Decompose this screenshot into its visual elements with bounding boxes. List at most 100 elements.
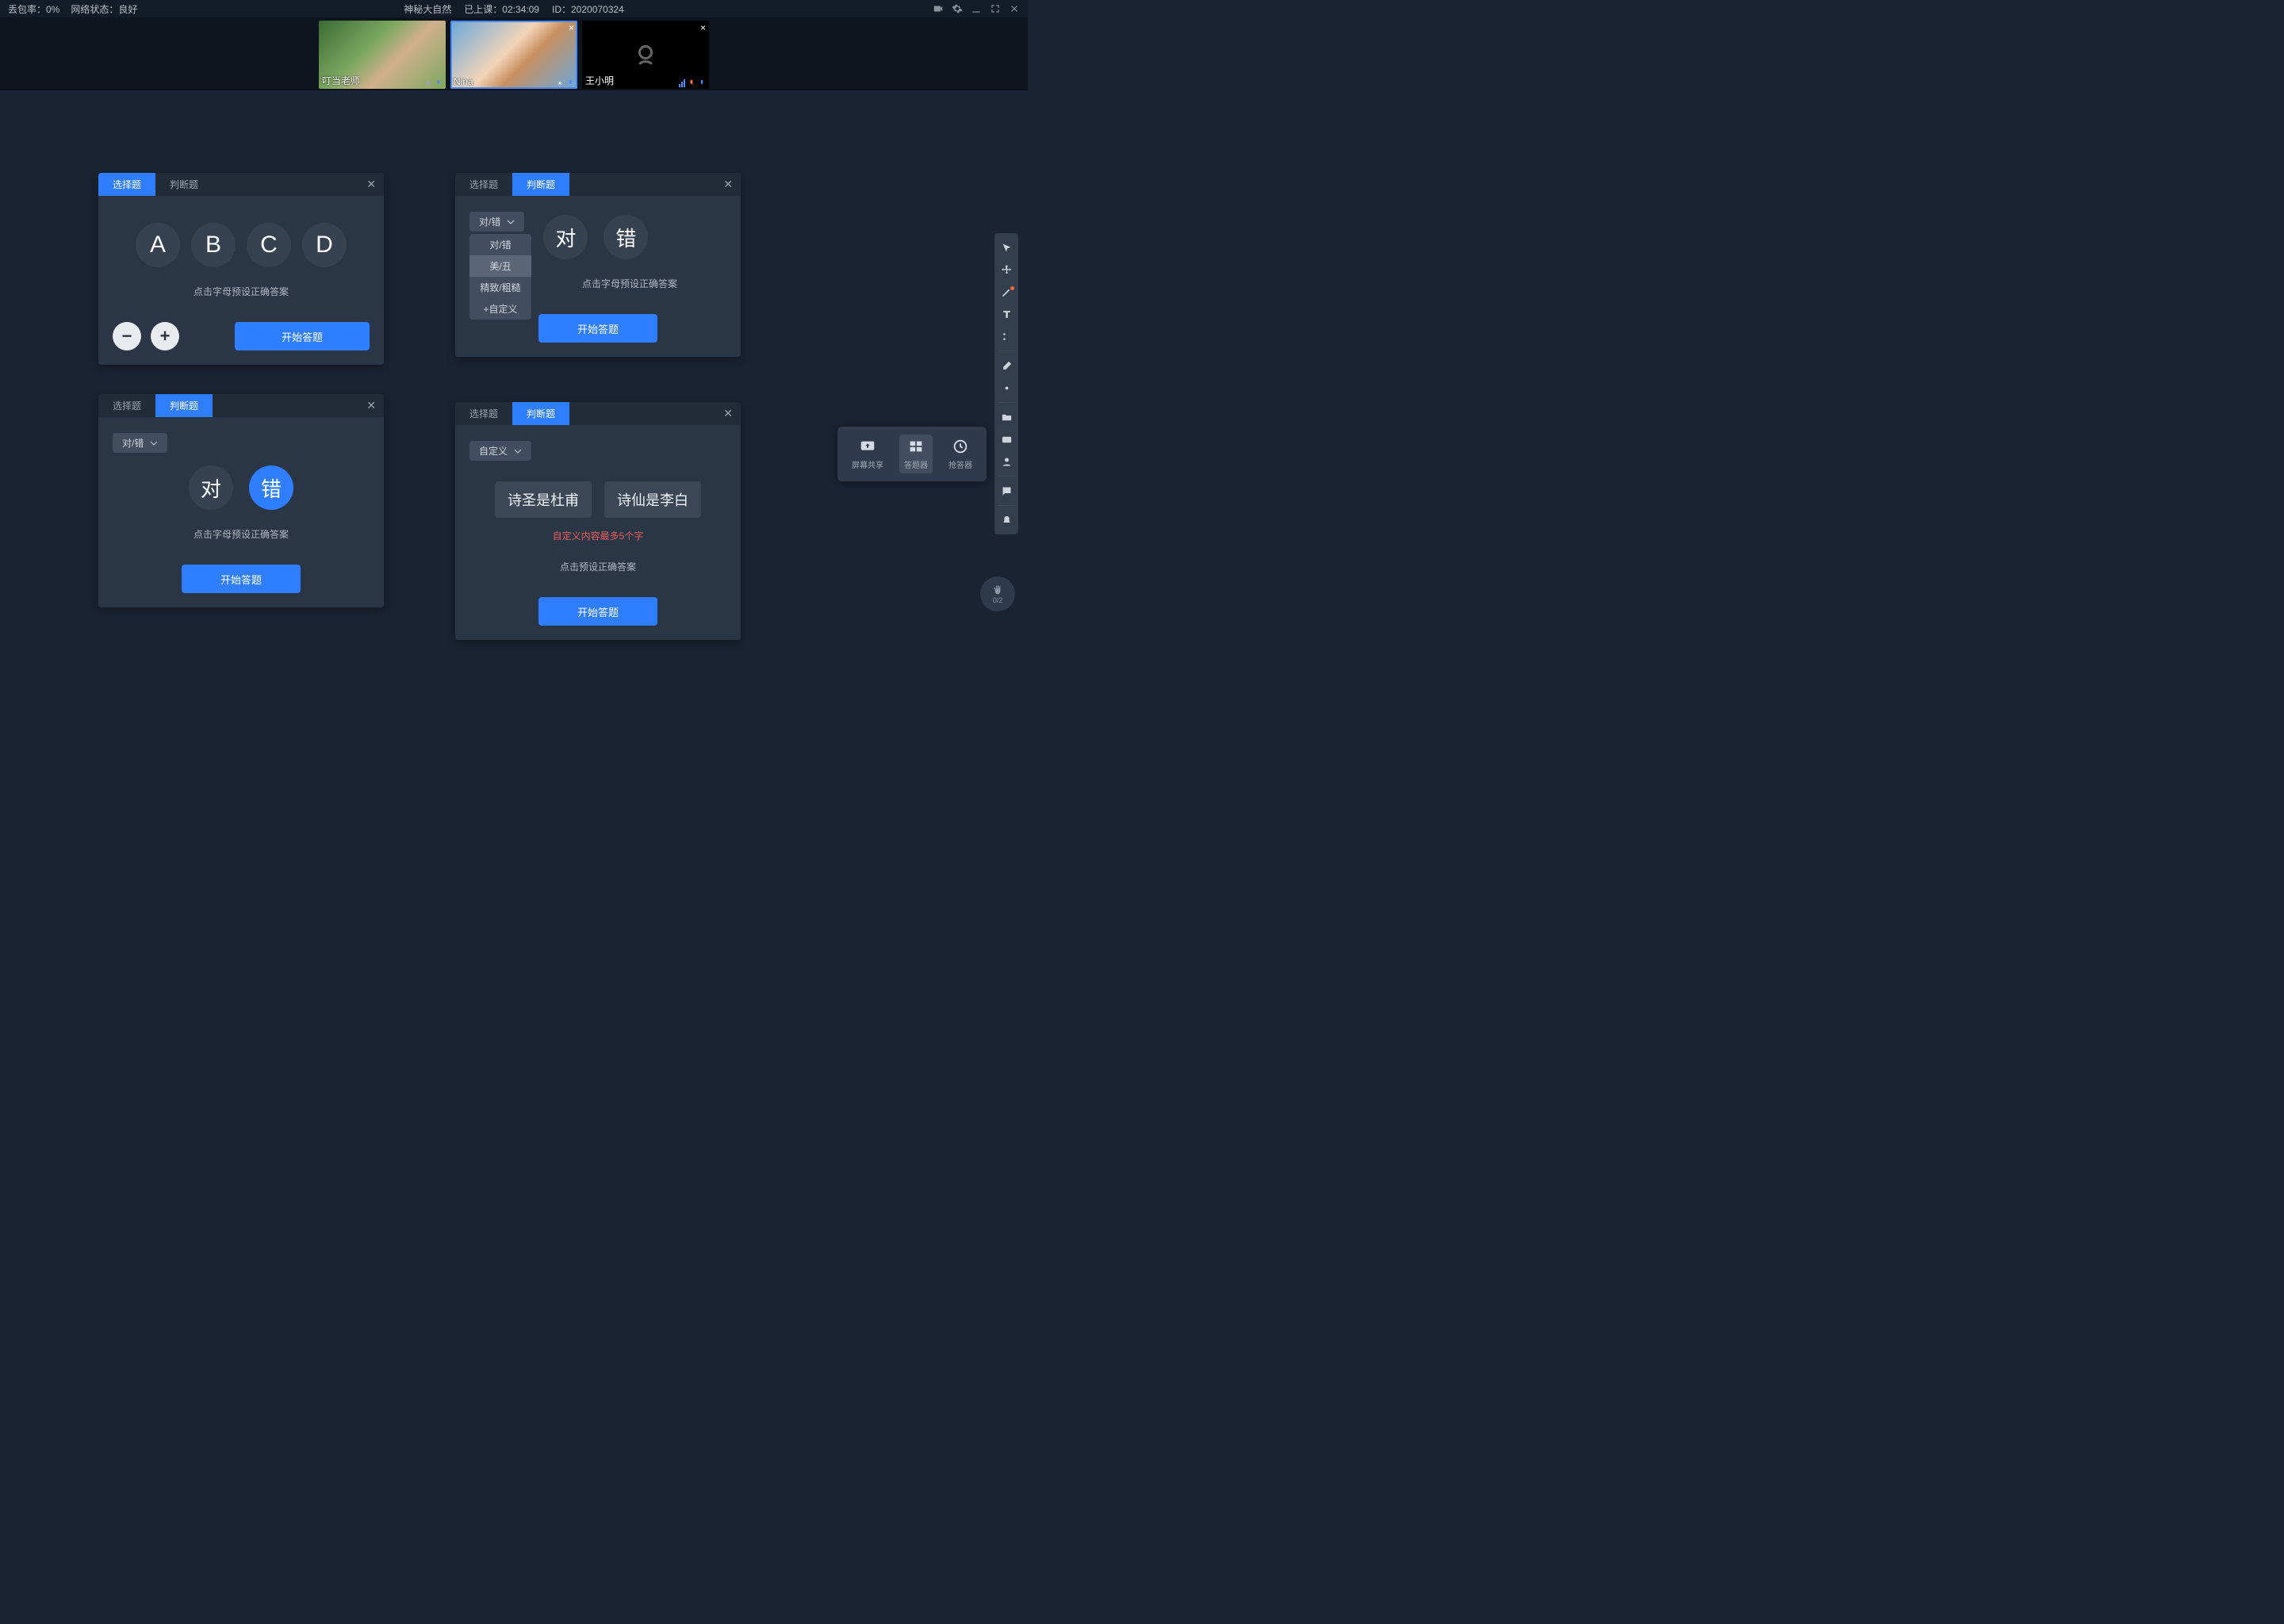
hand-icon — [991, 584, 1004, 596]
laser-tool[interactable] — [997, 378, 1016, 397]
close-icon[interactable]: × — [569, 22, 574, 33]
popup-label: 答题器 — [904, 458, 928, 470]
judge-type-dropdown[interactable]: 对/错 — [113, 433, 167, 453]
dropdown-option[interactable]: 对/错 — [469, 234, 531, 255]
true-option[interactable]: 对 — [189, 465, 233, 510]
video-strip: 叮当老师 × Nina × 王小明 — [0, 17, 1028, 90]
hint-text: 点击字母预设正确答案 — [113, 527, 370, 541]
dropdown-menu: 对/错 美/丑 精致/粗糙 +自定义 — [469, 234, 531, 320]
quiz-panel-custom: 选择题 判断题 ✕ 自定义 诗圣是杜甫 诗仙是李白 自定义内容最多5个字 点击预… — [455, 402, 741, 640]
start-answer-button[interactable]: 开始答题 — [182, 565, 301, 593]
mic-muted-icon — [688, 79, 696, 87]
custom-option[interactable]: 诗圣是杜甫 — [495, 481, 592, 518]
false-option[interactable]: 错 — [604, 215, 648, 259]
apps-tool[interactable] — [997, 430, 1016, 449]
network-status-label: 网络状态：良好 — [71, 2, 137, 16]
tab-judge[interactable]: 判断题 — [512, 173, 569, 196]
chat-tool[interactable] — [997, 481, 1016, 500]
dropdown-label: 自定义 — [479, 444, 508, 458]
video-tile-student-active[interactable]: × Nina — [450, 21, 577, 89]
start-answer-button[interactable]: 开始答题 — [235, 322, 370, 350]
participant-name: 叮当老师 — [322, 74, 360, 87]
fullscreen-icon[interactable] — [990, 3, 1001, 14]
chevron-down-icon — [514, 447, 522, 455]
answer-option-a[interactable]: A — [136, 223, 180, 267]
hint-text: 点击字母预设正确答案 — [533, 277, 726, 290]
close-icon[interactable]: ✕ — [366, 399, 376, 412]
participant-name: Nina — [454, 76, 473, 87]
packet-loss-label: 丢包率：0% — [8, 2, 59, 16]
camera-off-icon — [631, 40, 660, 69]
tools-popup: 屏幕共享 答题器 抢答器 — [837, 427, 987, 481]
class-time-label: 已上课：02:34:09 — [464, 2, 539, 16]
dropdown-option[interactable]: 美/丑 — [469, 255, 531, 277]
buzzer-button[interactable]: 抢答器 — [944, 435, 977, 473]
video-tile-teacher[interactable]: 叮当老师 — [319, 21, 446, 89]
tab-judge[interactable]: 判断题 — [512, 402, 569, 425]
warning-text: 自定义内容最多5个字 — [469, 529, 726, 542]
tab-choice[interactable]: 选择题 — [455, 402, 512, 425]
popup-label: 屏幕共享 — [852, 458, 883, 470]
close-icon[interactable]: ✕ — [723, 178, 733, 191]
bell-tool[interactable] — [997, 511, 1016, 530]
quiz-panel-judge-dropdown: 选择题 判断题 ✕ 对/错 对/错 美/丑 精致/粗糙 +自定义 对 — [455, 173, 741, 357]
right-toolbar — [994, 233, 1018, 534]
scissors-tool[interactable] — [997, 327, 1016, 346]
hint-text: 点击字母预设正确答案 — [113, 285, 370, 298]
quiz-panel-choice: 选择题 判断题 ✕ A B C D 点击字母预设正确答案 − + 开始答题 — [98, 173, 384, 365]
user-tool[interactable] — [997, 452, 1016, 471]
eraser-tool[interactable] — [997, 356, 1016, 375]
cursor-tool[interactable] — [997, 238, 1016, 257]
participant-name: 王小明 — [585, 74, 614, 87]
screen-share-button[interactable]: 屏幕共享 — [847, 435, 888, 473]
answer-option-c[interactable]: C — [247, 223, 291, 267]
dropdown-option[interactable]: 精致/粗糙 — [469, 277, 531, 298]
answer-option-d[interactable]: D — [302, 223, 347, 267]
tab-judge[interactable]: 判断题 — [155, 394, 213, 417]
dropdown-option[interactable]: +自定义 — [469, 298, 531, 320]
close-icon[interactable]: ✕ — [366, 178, 376, 191]
pen-tool[interactable] — [997, 282, 1016, 301]
mic-icon — [424, 79, 432, 87]
class-id-label: ID：2020070324 — [552, 2, 624, 16]
start-answer-button[interactable]: 开始答题 — [538, 597, 657, 626]
class-title: 神秘大自然 — [404, 2, 451, 16]
popup-label: 抢答器 — [948, 458, 972, 470]
true-option[interactable]: 对 — [543, 215, 588, 259]
chevron-down-icon — [507, 218, 515, 226]
answer-tool-button[interactable]: 答题器 — [899, 435, 933, 473]
answer-option-b[interactable]: B — [191, 223, 236, 267]
tab-choice[interactable]: 选择题 — [98, 173, 155, 196]
chevron-down-icon — [150, 439, 158, 447]
minus-button[interactable]: − — [113, 322, 141, 350]
raise-hand-badge[interactable]: 0/2 — [980, 576, 1015, 611]
move-tool[interactable] — [997, 260, 1016, 279]
tab-judge[interactable]: 判断题 — [155, 173, 213, 196]
dropdown-label: 对/错 — [122, 436, 144, 450]
judge-type-dropdown[interactable]: 自定义 — [469, 441, 531, 461]
dropdown-label: 对/错 — [479, 215, 500, 228]
mic-on-icon — [435, 79, 443, 87]
start-answer-button[interactable]: 开始答题 — [538, 314, 657, 343]
tab-choice[interactable]: 选择题 — [98, 394, 155, 417]
close-icon[interactable]: ✕ — [723, 407, 733, 420]
mic-on-icon — [698, 79, 706, 87]
video-tile-camera-off[interactable]: × 王小明 — [582, 21, 709, 89]
judge-type-dropdown[interactable]: 对/错 对/错 美/丑 精致/粗糙 +自定义 — [469, 212, 524, 232]
mic-on-icon — [566, 79, 574, 87]
tab-choice[interactable]: 选择题 — [455, 173, 512, 196]
target-icon — [556, 79, 564, 87]
text-tool[interactable] — [997, 304, 1016, 324]
audio-level-icon — [679, 79, 685, 87]
custom-option[interactable]: 诗仙是李白 — [604, 481, 701, 518]
quiz-panel-judge-selected: 选择题 判断题 ✕ 对/错 对 错 点击字母预设正确答案 开始答题 — [98, 394, 384, 607]
hint-text: 点击预设正确答案 — [469, 560, 726, 573]
plus-button[interactable]: + — [151, 322, 179, 350]
folder-tool[interactable] — [997, 408, 1016, 427]
settings-icon[interactable] — [952, 3, 963, 14]
camera-icon[interactable] — [933, 3, 944, 14]
minimize-icon[interactable] — [971, 3, 982, 14]
false-option-selected[interactable]: 错 — [249, 465, 293, 510]
close-icon[interactable]: × — [700, 22, 706, 33]
close-icon[interactable] — [1009, 3, 1020, 14]
